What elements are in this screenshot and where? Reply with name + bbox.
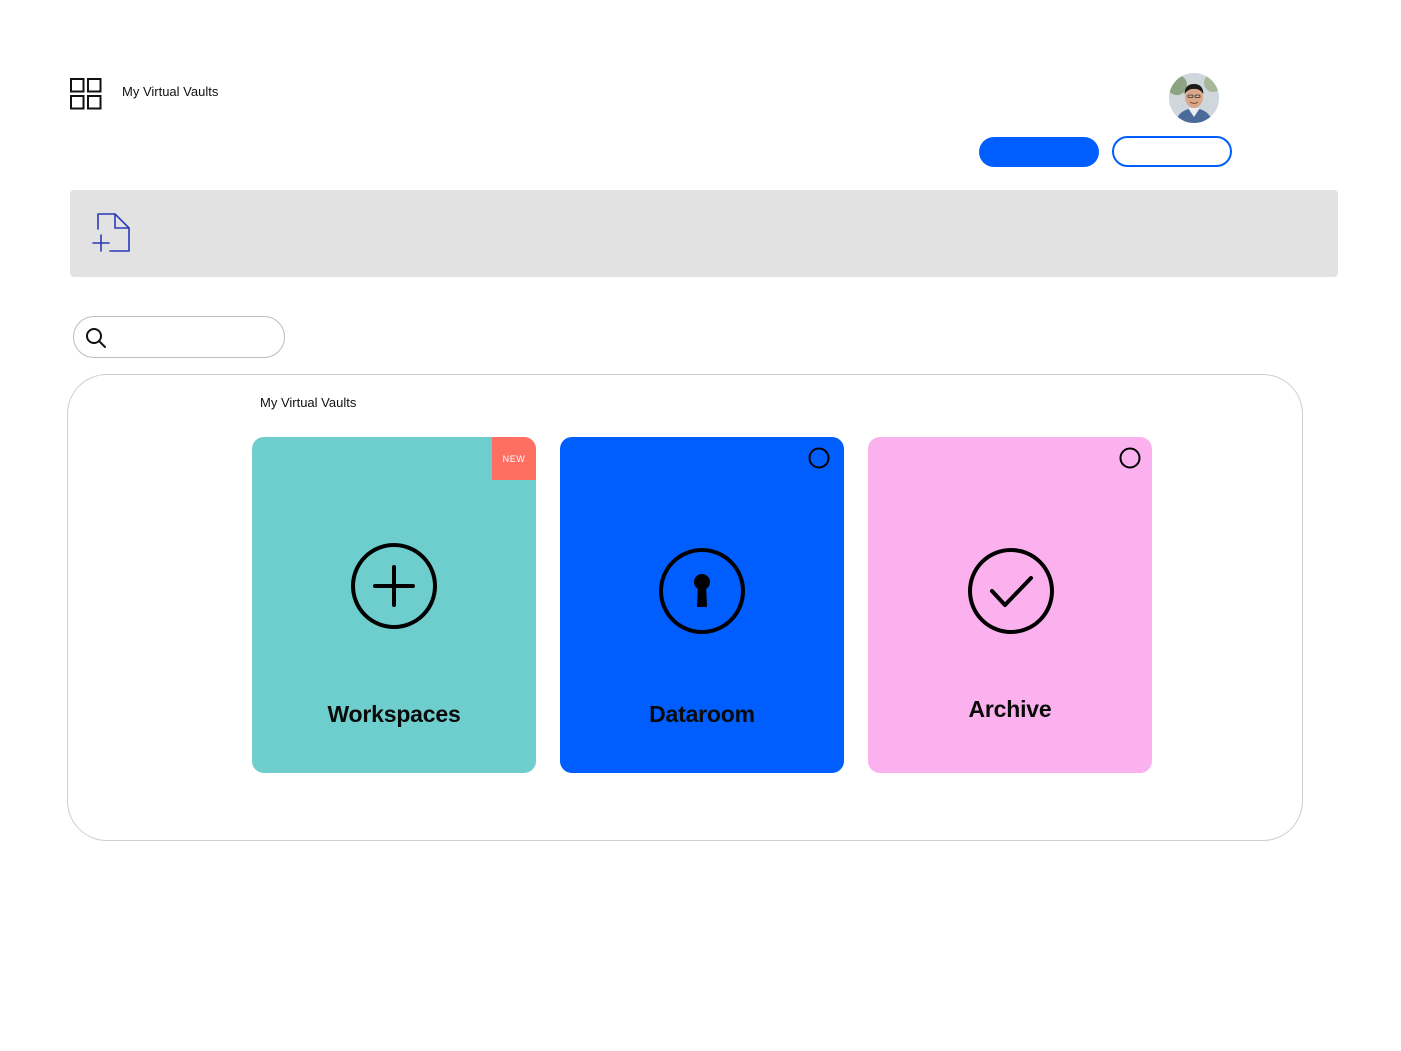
- vault-card-archive[interactable]: Archive: [868, 437, 1152, 773]
- panel-title: My Virtual Vaults: [260, 395, 357, 410]
- new-badge: NEW: [492, 437, 536, 480]
- search-input[interactable]: [114, 323, 278, 353]
- page: My Virtual Vaults My Virtual Vaults NEW …: [0, 0, 1401, 1051]
- secondary-action-button[interactable]: [1112, 136, 1232, 167]
- primary-action-button[interactable]: [979, 137, 1099, 167]
- vault-card-dataroom[interactable]: Dataroom: [560, 437, 844, 773]
- search-box: [73, 316, 285, 358]
- new-file-icon[interactable]: [92, 212, 132, 254]
- card-label: Dataroom: [649, 701, 755, 727]
- vaults-panel: My Virtual Vaults NEW Workspaces Dataroo…: [67, 374, 1303, 841]
- vault-card-workspaces[interactable]: NEW Workspaces: [252, 437, 536, 773]
- plus-circle-icon: [350, 542, 438, 630]
- select-radio-icon[interactable]: [808, 447, 830, 469]
- select-radio-icon[interactable]: [1119, 447, 1141, 469]
- keyhole-icon: [658, 547, 746, 635]
- app-grid-icon[interactable]: [70, 78, 102, 110]
- card-label: Archive: [968, 696, 1052, 722]
- upload-bar: [70, 190, 1338, 277]
- app-title: My Virtual Vaults: [122, 84, 219, 99]
- search-icon[interactable]: [85, 327, 107, 349]
- card-label: Workspaces: [327, 701, 461, 727]
- check-circle-icon: [967, 547, 1055, 635]
- avatar[interactable]: [1169, 73, 1219, 123]
